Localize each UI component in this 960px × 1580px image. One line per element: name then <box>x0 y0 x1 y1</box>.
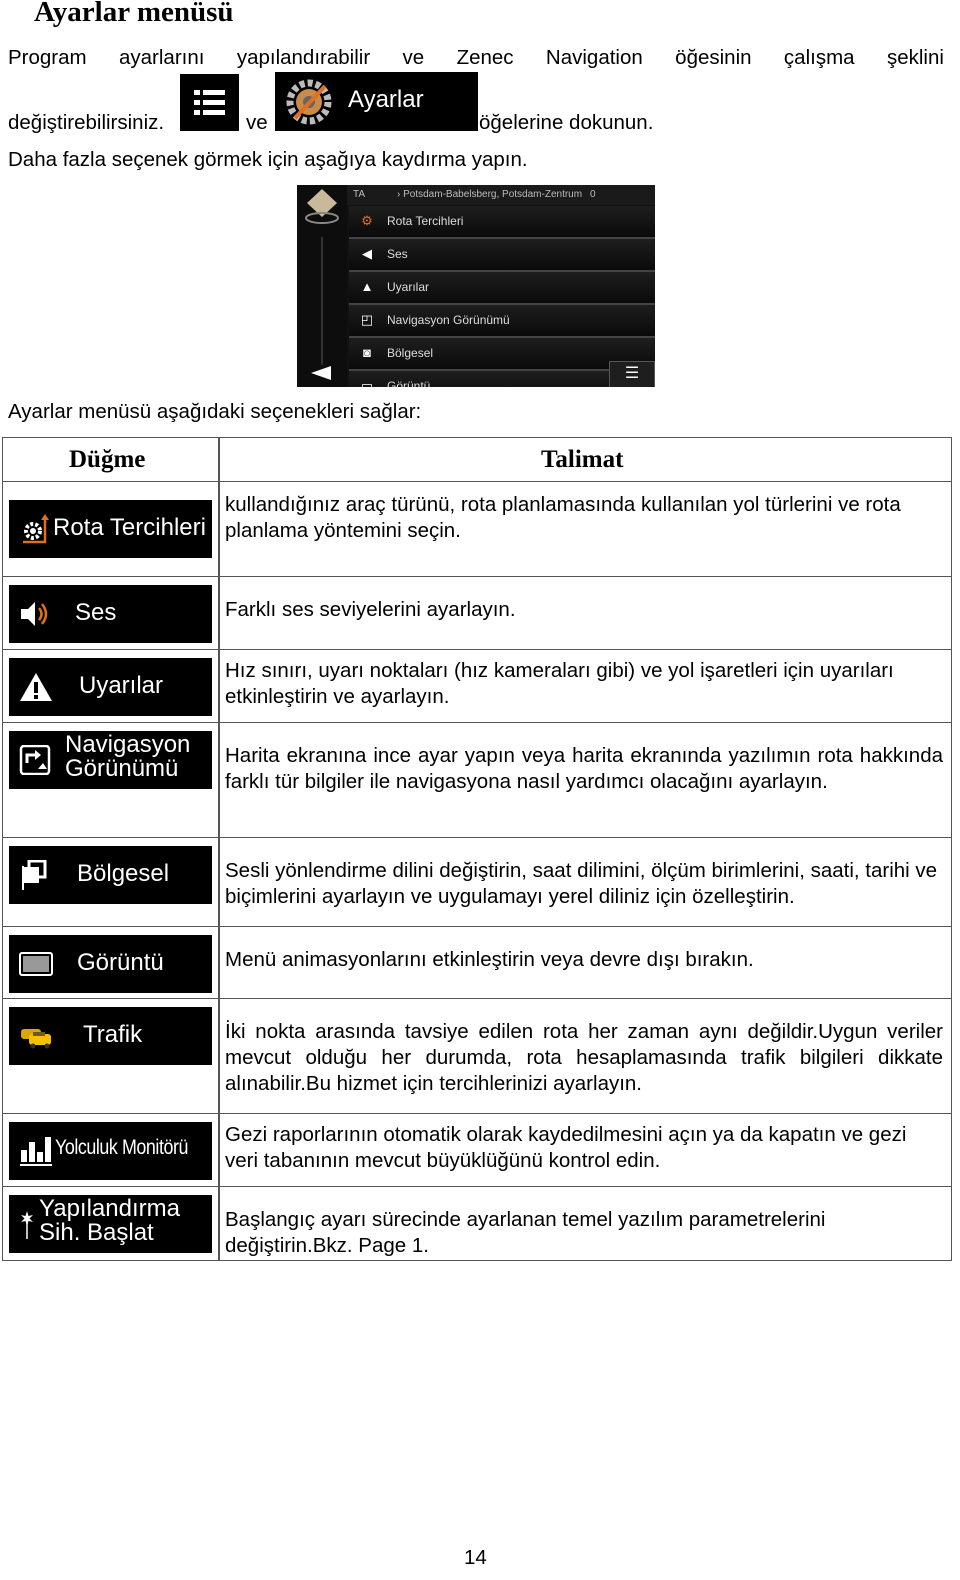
word: öğesinin <box>675 46 752 69</box>
button-cell: Navigasyon Görünümü <box>3 723 220 837</box>
warning-icon: ▲ <box>360 279 374 294</box>
menu-button[interactable] <box>180 74 239 131</box>
item-label: Navigasyon Görünümü <box>387 313 510 327</box>
button-label: Navigasyon Görünümü <box>65 731 191 782</box>
table-row: Görüntü Menü animasyonlarını etkinleştir… <box>2 927 952 999</box>
word: çalışma <box>783 46 855 69</box>
instruction-text: Gezi raporlarının otomatik olarak kayded… <box>225 1123 907 1172</box>
item-label: Bölgesel <box>387 346 434 360</box>
nav-view-button[interactable]: Navigasyon Görünümü <box>9 731 212 789</box>
status-ta: TA <box>353 189 366 200</box>
screenshot-item[interactable]: ▲ Uyarılar <box>349 272 655 305</box>
screenshot-item[interactable]: ⚙ Rota Tercihleri <box>349 206 655 239</box>
table-row: Bölgesel Sesli yönlendirme dilini değişt… <box>2 838 952 927</box>
table-row: Yolculuk Monitörü Gezi raporlarının otom… <box>2 1114 952 1187</box>
speaker-button[interactable]: Ses <box>9 585 212 643</box>
instruction-text: Menü animasyonlarını etkinleştirin veya … <box>225 948 754 971</box>
map-compass-icon <box>305 189 339 380</box>
table-row: Yapılandırma Sih. Başlat Başlangıç ayarı … <box>2 1187 952 1261</box>
word: yapılandırabilir <box>236 46 371 69</box>
table-row: Uyarılar Hız sınırı, uyarı noktaları (hı… <box>2 650 952 723</box>
gear-route-button[interactable]: Rota Tercihleri <box>9 500 212 558</box>
instruction-text: İki nokta arasında tavsiye edilen rota h… <box>225 1020 943 1095</box>
button-cell: Rota Tercihleri <box>3 482 220 576</box>
button-label: Yapılandırma Sih. Başlat <box>39 1195 180 1246</box>
bar-chart-button[interactable]: Yolculuk Monitörü <box>9 1122 212 1180</box>
screenshot-item[interactable]: ◀ Ses <box>349 239 655 272</box>
flag-button[interactable]: Bölgesel <box>9 846 212 904</box>
status-value: 0 <box>590 189 596 200</box>
table-header: Düğme Talimat <box>2 437 952 482</box>
warning-button[interactable]: Uyarılar <box>9 658 212 716</box>
display-icon: ▭ <box>360 378 374 387</box>
screenshot-left-bar <box>297 185 347 387</box>
item-label: Görüntü <box>387 379 431 387</box>
button-label: Trafik <box>83 1021 143 1048</box>
intro-line-1: Program ayarlarını yapılandırabilir ve Z… <box>8 46 944 70</box>
instruction-text: Başlangıç ayarı sürecinde ayarlanan teme… <box>225 1208 826 1257</box>
instruction-text: kullandığınız araç türünü, rota planlama… <box>225 493 901 542</box>
table-row: Trafik İki nokta arasında tavsiye edilen… <box>2 999 952 1114</box>
header-button: Düğme <box>69 446 146 473</box>
button-cell: Uyarılar <box>3 650 220 722</box>
intro-line-2a: değiştirebilirsiniz. <box>8 111 165 134</box>
settings-button[interactable]: Ayarlar <box>275 72 478 131</box>
word: ayarlarını <box>118 46 205 69</box>
back-arrow-icon <box>311 366 331 380</box>
header-instruction: Talimat <box>541 446 624 473</box>
button-cell: Trafik <box>3 999 220 1113</box>
word: Zenec <box>456 46 514 69</box>
settings-button-label: Ayarlar <box>348 86 424 113</box>
traffic-cars-button[interactable]: Trafik <box>9 1007 212 1065</box>
menu-list-icon <box>194 90 225 115</box>
button-cell: Bölgesel <box>3 838 220 926</box>
button-label: Ses <box>75 599 117 626</box>
intro-line-3: Daha fazla seçenek görmek için aşağıya k… <box>8 148 528 171</box>
word: ve <box>402 46 425 69</box>
button-cell: Yolculuk Monitörü <box>3 1114 220 1186</box>
instruction-text: Hız sınırı, uyarı noktaları (hız kameral… <box>225 659 894 708</box>
button-label: Rota Tercihleri <box>53 514 206 541</box>
button-label: Yolculuk Monitörü <box>55 1136 189 1159</box>
page-number: 14 <box>464 1546 487 1569</box>
nav-view-icon: ◰ <box>360 312 374 327</box>
status-location: › Potsdam-Babelsberg, Potsdam-Zentrum <box>397 189 583 200</box>
magic-wand-button[interactable]: Yapılandırma Sih. Başlat <box>9 1195 212 1253</box>
word: şeklini <box>886 46 944 69</box>
table-row: Rota Tercihleri kullandığınız araç türün… <box>2 482 952 577</box>
intro-line-2b: ve <box>246 111 268 134</box>
intro-line-2c: öğelerine dokunun. <box>479 111 654 134</box>
item-label: Uyarılar <box>387 280 430 294</box>
gear-route-icon: ⚙ <box>361 213 373 228</box>
instruction-text: Sesli yönlendirme dilini değiştirin, saa… <box>225 859 938 908</box>
speaker-icon: ◀ <box>362 246 372 261</box>
screenshot-status-bar: TA › Potsdam-Babelsberg, Potsdam-Zentrum… <box>347 185 655 205</box>
flag-icon: ◙ <box>363 345 371 360</box>
button-cell: Görüntü <box>3 927 220 998</box>
screenshot-menu-icon[interactable]: ☰ <box>609 361 655 387</box>
word: Program <box>8 46 87 69</box>
button-label: Bölgesel <box>77 860 170 887</box>
button-label: Görüntü <box>77 949 164 976</box>
settings-gear-icon <box>286 79 332 125</box>
instruction-text: Farklı ses seviyelerini ayarlayın. <box>225 598 516 621</box>
section-title: Ayarlar menüsü <box>34 0 234 28</box>
item-label: Rota Tercihleri <box>387 214 464 228</box>
settings-menu-screenshot: TA › Potsdam-Babelsberg, Potsdam-Zentrum… <box>297 185 655 387</box>
instruction-text: Harita ekranına ince ayar yapın veya har… <box>225 744 943 793</box>
display-button[interactable]: Görüntü <box>9 935 212 993</box>
table-intro: Ayarlar menüsü aşağıdaki seçenekleri sağ… <box>8 400 422 423</box>
item-label: Ses <box>387 247 408 261</box>
table-row: Ses Farklı ses seviyelerini ayarlayın. <box>2 577 952 650</box>
table-row: Navigasyon Görünümü Harita ekranına ince … <box>2 723 952 838</box>
document-page: Ayarlar menüsü Program ayarlarını yapıla… <box>0 0 960 1580</box>
button-label: Uyarılar <box>79 672 164 699</box>
button-cell: Ses <box>3 577 220 649</box>
screenshot-item[interactable]: ◰ Navigasyon Görünümü <box>349 305 655 338</box>
button-cell: Yapılandırma Sih. Başlat <box>3 1187 220 1260</box>
word: Navigation <box>545 46 643 69</box>
